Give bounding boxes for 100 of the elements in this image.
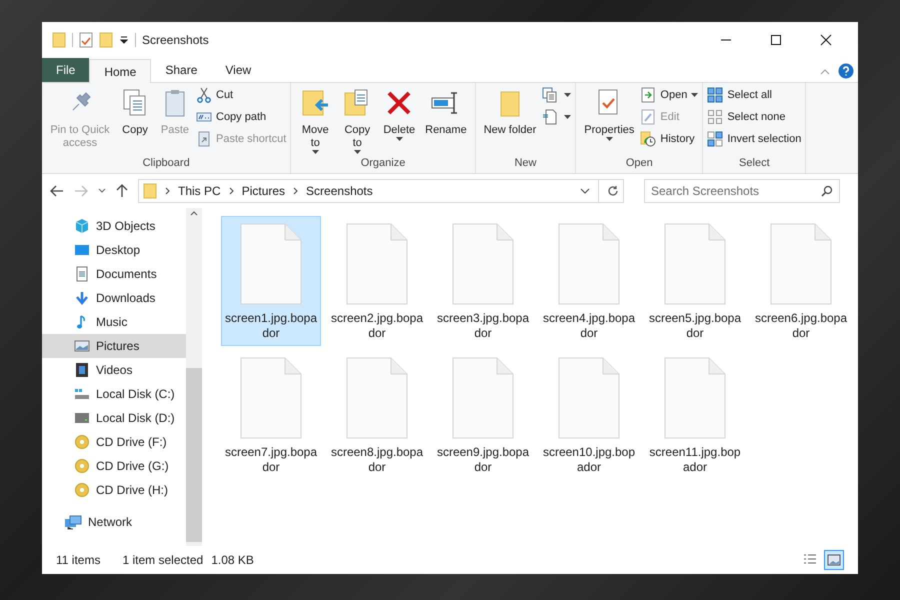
ribbon-button[interactable]: Open — [640, 86, 698, 104]
folder-icon — [143, 183, 157, 199]
navigation-item[interactable]: Desktop — [42, 238, 186, 262]
half-filled-grid-icon — [707, 131, 724, 147]
pencil-page-icon — [640, 109, 656, 125]
file-item[interactable]: screen1.jpg.bopador — [221, 216, 321, 346]
navigation-item[interactable]: Music — [42, 310, 186, 334]
file-item[interactable]: screen4.jpg.bopador — [539, 216, 639, 346]
search-icon — [821, 185, 833, 197]
navigation-item[interactable]: Pictures — [42, 334, 186, 358]
ribbon-button[interactable]: Delete — [379, 86, 420, 141]
ribbon-button[interactable]: Select all — [707, 86, 802, 104]
refresh-icon[interactable] — [607, 185, 619, 197]
scrollbar[interactable] — [186, 208, 202, 546]
clock-folder-icon — [640, 131, 656, 147]
chevron-icon — [228, 187, 234, 195]
dropdown-caret-icon — [564, 93, 572, 97]
chevron-icon — [165, 187, 170, 195]
navigation-item[interactable]: CD Drive (F:) — [42, 430, 186, 454]
film-icon — [74, 362, 90, 378]
ribbon-button[interactable]: New folder — [480, 86, 540, 137]
ribbon-button[interactable]: Copy — [116, 86, 154, 137]
ribbon-button[interactable]: Invert selection — [707, 130, 802, 148]
file-item[interactable]: screen6.jpg.bopador — [751, 216, 851, 346]
ribbon-button[interactable]: Select none — [707, 108, 802, 126]
up-arrow-icon[interactable] — [116, 184, 128, 198]
folder-arrow-icon — [300, 88, 330, 118]
group-label: Clipboard — [142, 156, 191, 170]
network-icon — [64, 514, 82, 530]
selection-status: 1 item selected — [122, 552, 204, 569]
blank-file-icon — [345, 357, 409, 439]
blank-file-icon — [769, 223, 833, 305]
blank-file-icon — [239, 357, 303, 439]
navigation-item[interactable]: CD Drive (G:) — [42, 454, 186, 478]
scroll-up-caret-icon[interactable] — [190, 210, 198, 216]
breadcrumb[interactable]: This PC — [178, 182, 221, 200]
open-arrow-page-icon — [640, 87, 656, 103]
file-item[interactable]: screen8.jpg.bopador — [327, 350, 427, 480]
navigation-item[interactable]: Downloads — [42, 286, 186, 310]
breadcrumb[interactable]: Pictures — [242, 182, 286, 200]
grid-squares-icon — [707, 87, 724, 103]
item-count: 11 items — [56, 552, 100, 569]
search-field[interactable]: Search Screenshots — [644, 179, 840, 203]
checkmark-page-icon[interactable] — [79, 32, 93, 48]
blank-file-icon — [663, 357, 727, 439]
disc-icon — [74, 482, 90, 498]
ribbon-button[interactable]: Copy path — [196, 108, 286, 126]
shortcut-icon — [196, 131, 212, 147]
ribbon-button[interactable]: Rename — [421, 86, 471, 137]
group-label: Open — [624, 156, 654, 170]
navigation-item[interactable]: Videos — [42, 358, 186, 382]
navigation-item[interactable]: Local Disk (C:) — [42, 382, 186, 406]
ribbon-button[interactable]: Move to — [295, 86, 336, 154]
file-item[interactable]: screen5.jpg.bopador — [645, 216, 745, 346]
ribbon-icon-button[interactable] — [542, 86, 572, 104]
dropdown-caret-icon — [606, 137, 613, 141]
ribbon-button[interactable]: Cut — [196, 86, 286, 104]
ribbon-button[interactable]: Properties — [580, 86, 638, 141]
scrollbar-thumb[interactable] — [186, 368, 202, 542]
scissors-icon — [196, 87, 212, 103]
ribbon-tab[interactable]: Home — [89, 59, 152, 83]
picture-icon — [74, 338, 90, 354]
blank-file-icon — [239, 223, 303, 305]
dropdown-caret-icon — [312, 150, 319, 154]
address-dropdown-icon[interactable] — [580, 188, 590, 194]
chevron-icon — [293, 187, 298, 195]
large-icons-view-button[interactable] — [824, 550, 844, 570]
file-item[interactable]: screen9.jpg.bopador — [433, 350, 533, 480]
recent-locations-caret-icon[interactable] — [98, 188, 106, 194]
breadcrumb[interactable]: Screenshots — [306, 182, 373, 200]
file-item[interactable]: screen3.jpg.bopador — [433, 216, 533, 346]
window-title: Screenshots — [142, 32, 209, 49]
blank-file-icon — [345, 223, 409, 305]
monitor-icon — [74, 242, 90, 258]
navigation-item[interactable]: 3D Objects — [42, 214, 186, 238]
file-item[interactable]: screen7.jpg.bopador — [221, 350, 321, 480]
maximize-icon — [770, 34, 782, 46]
group-label: New — [513, 156, 538, 170]
navigation-item[interactable]: CD Drive (H:) — [42, 478, 186, 502]
navigation-item[interactable]: Network — [42, 510, 132, 534]
back-arrow-icon[interactable] — [50, 185, 64, 197]
ribbon-button[interactable]: History — [640, 130, 698, 148]
navigation-item[interactable]: Documents — [42, 262, 186, 286]
down-arrow-icon — [74, 290, 90, 306]
file-item[interactable]: screen2.jpg.bopador — [327, 216, 427, 346]
disc-icon — [74, 458, 90, 474]
ribbon-tab[interactable]: File — [42, 58, 90, 82]
ribbon-icon-button[interactable] — [542, 108, 572, 126]
file-item[interactable]: screen10.jpg.bopador — [539, 350, 639, 480]
collapse-ribbon-icon[interactable] — [820, 68, 830, 76]
address-field[interactable]: This PC Pictures Screenshots — [138, 179, 624, 203]
navigation-item[interactable]: Local Disk (D:) — [42, 406, 186, 430]
disc-icon — [74, 434, 90, 450]
dropdown-caret-icon — [564, 115, 572, 119]
empty-grid-squares-icon — [707, 109, 724, 125]
help-icon[interactable] — [838, 63, 854, 79]
picture-icon — [826, 552, 842, 568]
customize-dropdown-icon[interactable] — [119, 35, 129, 45]
file-item[interactable]: screen11.jpg.bopador — [645, 350, 745, 480]
ribbon-button[interactable]: Copy to — [337, 86, 378, 154]
